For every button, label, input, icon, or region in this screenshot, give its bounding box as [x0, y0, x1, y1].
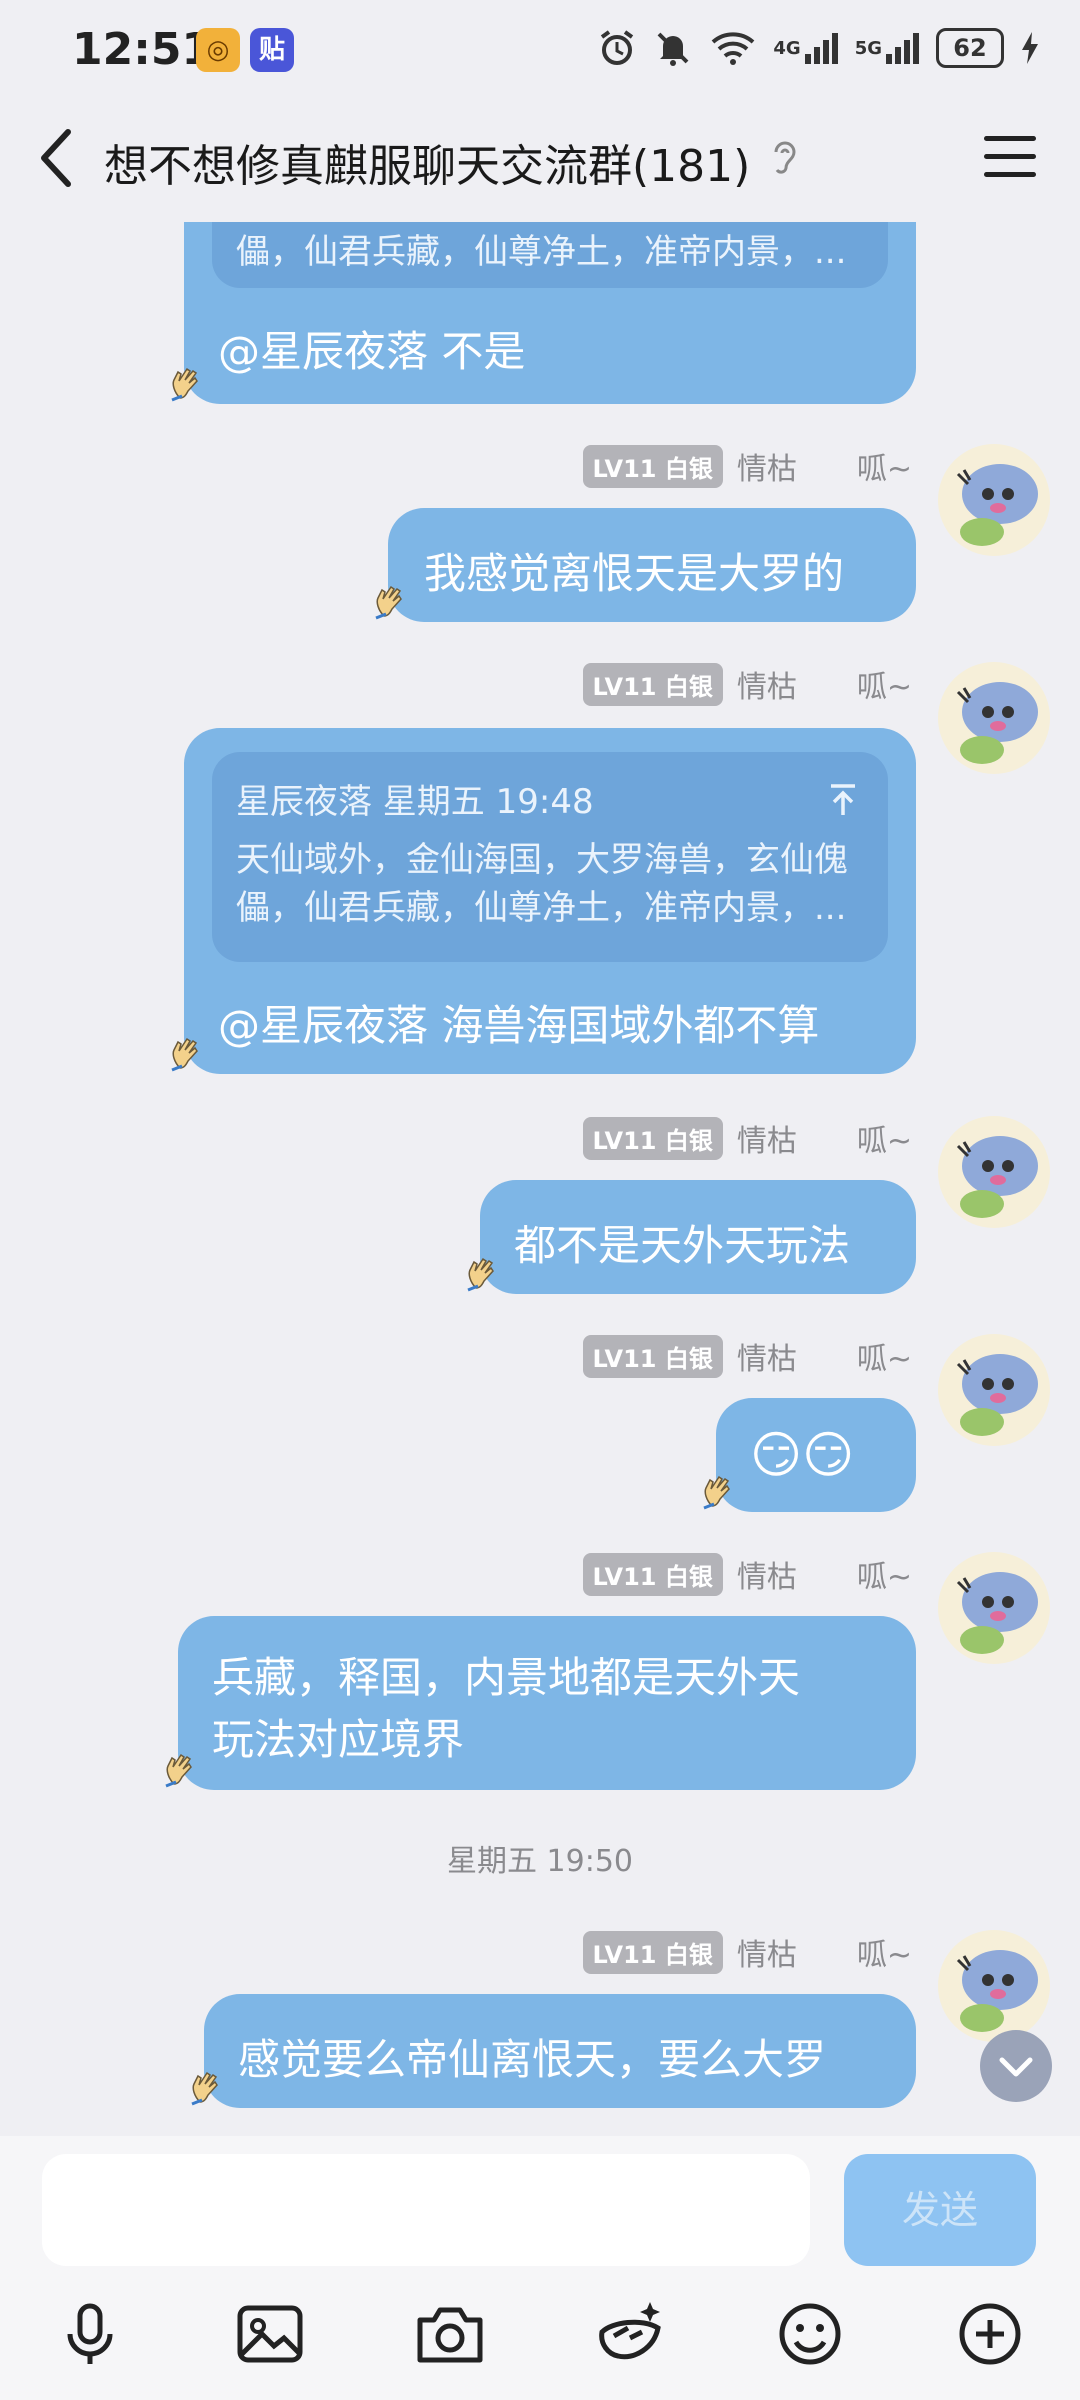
mute-icon: [653, 26, 693, 70]
message-bubble-emoji[interactable]: 😏😏: [716, 1398, 916, 1512]
quote-text: 儡，仙君兵藏，仙尊净土，准帝内景，...: [236, 232, 847, 272]
scroll-to-bottom-button[interactable]: [980, 2030, 1052, 2102]
status-time: 12:51: [72, 24, 213, 75]
message-text-line: 兵藏，释国，内景地都是天外天: [212, 1653, 801, 1702]
message-text: 感觉要么帝仙离恨天，要么大罗: [238, 2035, 827, 2084]
message-text-line: 玩法对应境界: [212, 1715, 465, 1764]
message-bubble-quote-reply[interactable]: 星辰夜落 星期五 19:48 天仙域外，金仙海国，大罗海兽，玄仙傀 儡，仙君兵藏…: [184, 728, 916, 1074]
sender-meta: LV11 白银 情枯 呱~: [582, 662, 912, 706]
charging-icon: [1020, 26, 1040, 70]
level-badge: LV11 白银: [582, 1552, 723, 1596]
level-badge: LV11 白银: [582, 444, 723, 488]
sender-title: 呱~: [856, 670, 912, 705]
status-bar: 12:51 ◎ 贴 4G 5G 62: [0, 0, 1080, 96]
chevron-down-icon: [999, 2057, 1033, 2077]
hand-wave-icon: [166, 1030, 210, 1074]
plus-icon[interactable]: [952, 2296, 1028, 2372]
status-icons: 4G 5G 62: [597, 26, 1040, 70]
message-bubble[interactable]: 都不是天外天玩法: [480, 1180, 916, 1294]
send-button[interactable]: 发送: [844, 2154, 1036, 2266]
level-badge: LV11 白银: [582, 1334, 723, 1378]
sender-meta: LV11 白银 情枯 呱~: [582, 1930, 912, 1974]
sender-title: 呱~: [856, 1124, 912, 1159]
sender-nickname[interactable]: 情枯: [737, 444, 797, 488]
image-icon[interactable]: [232, 2296, 308, 2372]
magic-icon[interactable]: [592, 2296, 668, 2372]
chat-header: 想不想修真麒服聊天交流群(181): [0, 96, 1080, 220]
quoted-message[interactable]: 儡，仙君兵藏，仙尊净土，准帝内景，...: [212, 222, 888, 288]
avatar[interactable]: [938, 444, 1050, 556]
hand-wave-icon: [698, 1468, 742, 1512]
message-bubble[interactable]: 感觉要么帝仙离恨天，要么大罗: [204, 1994, 916, 2108]
sender-nickname[interactable]: 情枯: [737, 1552, 797, 1596]
message-text: @星辰夜落 海兽海国域外都不算: [218, 1001, 820, 1050]
jump-to-quote-icon[interactable]: [828, 778, 858, 815]
hand-wave-icon: [462, 1250, 506, 1294]
sender-title: 呱~: [856, 1938, 912, 1973]
sender-nickname[interactable]: 情枯: [737, 1116, 797, 1160]
avatar[interactable]: [938, 1116, 1050, 1228]
hand-wave-icon: [166, 360, 210, 404]
message-text: 都不是天外天玩法: [514, 1221, 851, 1270]
camera-icon[interactable]: [412, 2296, 488, 2372]
signal-4g-icon: 4G: [773, 26, 838, 70]
message-text: 我感觉离恨天是大罗的: [424, 549, 845, 598]
ear-icon[interactable]: [768, 138, 800, 178]
avatar[interactable]: [938, 1552, 1050, 1664]
avatar[interactable]: [938, 1334, 1050, 1446]
avatar[interactable]: [938, 662, 1050, 774]
sender-title: 呱~: [856, 452, 912, 487]
quote-author: 星辰夜落 星期五 19:48: [236, 782, 594, 822]
quoted-message[interactable]: 星辰夜落 星期五 19:48 天仙域外，金仙海国，大罗海兽，玄仙傀 儡，仙君兵藏…: [212, 752, 888, 962]
hand-wave-icon: [186, 2064, 230, 2108]
chat-title[interactable]: 想不想修真麒服聊天交流群(181): [104, 130, 750, 194]
battery-indicator: 62: [936, 28, 1004, 68]
sender-nickname[interactable]: 情枯: [737, 662, 797, 706]
message-bubble-quote-reply[interactable]: 儡，仙君兵藏，仙尊净土，准帝内景，... @星辰夜落 不是: [184, 222, 916, 404]
emoji-icon[interactable]: [772, 2296, 848, 2372]
sender-meta: LV11 白银 情枯 呱~: [582, 1552, 912, 1596]
sender-title: 呱~: [856, 1560, 912, 1595]
quote-line: 儡，仙君兵藏，仙尊净土，准帝内景，...: [236, 888, 847, 928]
message-bubble[interactable]: 兵藏，释国，内景地都是天外天 玩法对应境界: [178, 1616, 916, 1790]
tieba-icon: 贴: [250, 28, 294, 72]
app-badge-icon: ◎: [196, 28, 240, 72]
level-badge: LV11 白银: [582, 1116, 723, 1160]
sender-nickname[interactable]: 情枯: [737, 1334, 797, 1378]
avatar[interactable]: [938, 1930, 1050, 2042]
message-bubble[interactable]: 我感觉离恨天是大罗的: [388, 508, 916, 622]
message-input[interactable]: [42, 2154, 810, 2266]
level-badge: LV11 白银: [582, 1930, 723, 1974]
microphone-icon[interactable]: [52, 2296, 128, 2372]
hand-wave-icon: [160, 1746, 204, 1790]
alarm-icon: [597, 26, 637, 70]
input-bar: 发送: [0, 2136, 1080, 2400]
time-separator: 星期五 19:50: [447, 1844, 633, 1879]
wifi-icon: [709, 26, 757, 70]
hand-wave-icon: [370, 578, 414, 622]
menu-icon[interactable]: [984, 136, 1036, 180]
sender-meta: LV11 白银 情枯 呱~: [582, 1334, 912, 1378]
back-button[interactable]: [36, 126, 76, 190]
sender-meta: LV11 白银 情枯 呱~: [582, 444, 912, 488]
signal-5g-icon: 5G: [855, 26, 920, 70]
sender-title: 呱~: [856, 1342, 912, 1377]
quote-text: 天仙域外，金仙海国，大罗海兽，玄仙傀 儡，仙君兵藏，仙尊净土，准帝内景，...: [236, 836, 868, 932]
sender-nickname[interactable]: 情枯: [737, 1930, 797, 1974]
sender-meta: LV11 白银 情枯 呱~: [582, 1116, 912, 1160]
quote-line: 天仙域外，金仙海国，大罗海兽，玄仙傀: [236, 840, 848, 880]
message-emoji: 😏😏: [750, 1426, 855, 1484]
level-badge: LV11 白银: [582, 662, 723, 706]
message-text: @星辰夜落 不是: [218, 327, 526, 376]
